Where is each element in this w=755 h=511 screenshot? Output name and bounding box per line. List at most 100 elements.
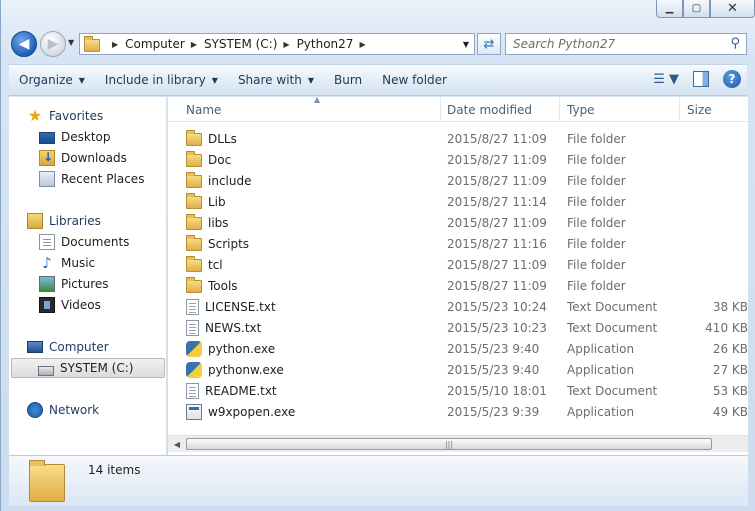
change-view-icon[interactable]: ☰ ▼ bbox=[653, 72, 679, 87]
preview-pane-icon[interactable] bbox=[693, 71, 709, 87]
file-row[interactable]: Lib 2015/8/27 11:14 File folder bbox=[168, 191, 748, 212]
horizontal-scrollbar[interactable]: ◀ ||| bbox=[168, 435, 748, 452]
nav-libraries[interactable]: Libraries bbox=[27, 211, 101, 231]
address-dropdown-icon[interactable]: ▼ bbox=[458, 34, 474, 54]
nav-videos[interactable]: Videos bbox=[39, 295, 101, 315]
close-icon[interactable]: ✕ bbox=[710, 0, 755, 18]
file-row[interactable]: python.exe 2015/5/23 9:40 Application 26 KB bbox=[168, 338, 748, 359]
file-date: 2015/8/27 11:09 bbox=[447, 278, 547, 293]
column-header-type[interactable]: Type bbox=[559, 97, 680, 122]
chevron-right-icon[interactable]: ▶ bbox=[112, 40, 118, 49]
file-type: Application bbox=[567, 341, 635, 356]
desktop-icon bbox=[39, 132, 55, 144]
folder-icon bbox=[84, 35, 100, 52]
share-with-button[interactable]: Share with ▼ bbox=[228, 73, 324, 87]
maximize-icon[interactable]: ▢ bbox=[683, 0, 710, 18]
chevron-right-icon[interactable]: ▶ bbox=[283, 40, 289, 49]
nav-pictures-label: Pictures bbox=[61, 277, 109, 291]
text-document-icon bbox=[186, 298, 199, 315]
file-name: tcl bbox=[208, 257, 223, 272]
command-bar-right: ☰ ▼ ? bbox=[653, 70, 741, 88]
burn-button[interactable]: Burn bbox=[324, 73, 372, 87]
file-row[interactable]: Tools 2015/8/27 11:09 File folder bbox=[168, 275, 748, 296]
column-header-name[interactable]: Name ▲ bbox=[178, 97, 441, 122]
network-icon bbox=[27, 402, 43, 418]
address-bar[interactable]: ▶ Computer ▶ SYSTEM (C:) ▶ Python27 ▶ ▼ bbox=[79, 33, 475, 55]
file-size: 49 KB bbox=[712, 404, 748, 419]
back-arrow-icon[interactable]: ◀ bbox=[11, 31, 37, 57]
column-size-label: Size bbox=[687, 102, 712, 117]
nav-music-label: Music bbox=[61, 256, 96, 270]
nav-downloads[interactable]: Downloads bbox=[39, 148, 127, 168]
nav-system-drive[interactable]: SYSTEM (C:) bbox=[11, 358, 165, 378]
include-in-library-button[interactable]: Include in library ▼ bbox=[95, 73, 228, 87]
nav-computer[interactable]: Computer bbox=[27, 337, 109, 357]
nav-documents[interactable]: Documents bbox=[39, 232, 129, 252]
file-type: Text Document bbox=[567, 383, 658, 398]
file-name-cell: Tools bbox=[186, 275, 442, 296]
forward-arrow-icon[interactable]: ▶ bbox=[40, 31, 66, 57]
file-type: Application bbox=[567, 362, 635, 377]
command-bar: Organize ▼ Include in library ▼ Share wi… bbox=[9, 64, 747, 96]
search-input[interactable] bbox=[513, 37, 713, 51]
file-type: File folder bbox=[567, 194, 626, 209]
file-row[interactable]: pythonw.exe 2015/5/23 9:40 Application 27 K… bbox=[168, 359, 748, 380]
file-name: w9xpopen.exe bbox=[208, 404, 296, 419]
column-date-label: Date modified bbox=[447, 102, 533, 117]
file-row[interactable]: DLLs 2015/8/27 11:09 File folder bbox=[168, 128, 748, 149]
file-name-cell: pythonw.exe bbox=[186, 359, 442, 380]
scroll-left-icon[interactable]: ◀ bbox=[170, 438, 184, 451]
videos-icon bbox=[39, 297, 55, 313]
file-date: 2015/5/23 10:23 bbox=[447, 320, 547, 335]
recent-pages-chevron-icon[interactable]: ▼ bbox=[68, 38, 74, 47]
file-row[interactable]: README.txt 2015/5/10 18:01 Text Document 53… bbox=[168, 380, 748, 401]
python-icon bbox=[186, 340, 202, 357]
file-type: File folder bbox=[567, 215, 626, 230]
new-folder-label: New folder bbox=[382, 73, 447, 87]
chevron-right-icon[interactable]: ▶ bbox=[191, 40, 197, 49]
nav-downloads-label: Downloads bbox=[61, 151, 127, 165]
nav-recent-places[interactable]: Recent Places bbox=[39, 169, 144, 189]
nav-pictures[interactable]: Pictures bbox=[39, 274, 109, 294]
file-size: 27 KB bbox=[712, 362, 748, 377]
file-date: 2015/5/10 18:01 bbox=[447, 383, 547, 398]
file-size bbox=[683, 275, 748, 296]
file-row[interactable]: LICENSE.txt 2015/5/23 10:24 Text Document 3… bbox=[168, 296, 748, 317]
nav-network[interactable]: Network bbox=[27, 400, 99, 420]
breadcrumb-python27[interactable]: Python27 bbox=[297, 37, 354, 51]
file-row[interactable]: NEWS.txt 2015/5/23 10:23 Text Document 410 … bbox=[168, 317, 748, 338]
file-type: File folder bbox=[567, 152, 626, 167]
column-header-date-modified[interactable]: Date modified bbox=[439, 97, 560, 122]
breadcrumb-computer[interactable]: Computer bbox=[125, 37, 185, 51]
file-row[interactable]: include 2015/8/27 11:09 File folder bbox=[168, 170, 748, 191]
address-row: ◀ ▶ ▼ ▶ Computer ▶ SYSTEM (C:) ▶ Python2… bbox=[9, 28, 747, 60]
breadcrumb-system-drive[interactable]: SYSTEM (C:) bbox=[204, 37, 277, 51]
file-date: 2015/8/27 11:16 bbox=[447, 236, 547, 251]
nav-desktop[interactable]: Desktop bbox=[39, 127, 111, 147]
scrollbar-thumb[interactable]: ||| bbox=[186, 438, 712, 450]
burn-label: Burn bbox=[334, 73, 363, 87]
search-icon[interactable]: ⚲ bbox=[730, 36, 740, 51]
file-name: README.txt bbox=[205, 383, 277, 398]
chevron-right-icon[interactable]: ▶ bbox=[359, 40, 365, 49]
file-row[interactable]: w9xpopen.exe 2015/5/23 9:39 Application 49 … bbox=[168, 401, 748, 422]
nav-music[interactable]: ♪ Music bbox=[39, 253, 95, 273]
refresh-icon[interactable]: ⇄ bbox=[477, 33, 501, 55]
file-row[interactable]: Doc 2015/8/27 11:09 File folder bbox=[168, 149, 748, 170]
minimize-icon[interactable]: ▁ bbox=[656, 0, 683, 18]
nav-desktop-label: Desktop bbox=[61, 130, 111, 144]
new-folder-button[interactable]: New folder bbox=[372, 73, 457, 87]
column-header-size[interactable]: Size bbox=[679, 97, 748, 122]
file-name-cell: Scripts bbox=[186, 233, 442, 254]
file-name: Scripts bbox=[208, 236, 250, 251]
file-date: 2015/8/27 11:09 bbox=[447, 173, 547, 188]
nav-favorites[interactable]: ★ Favorites bbox=[27, 106, 103, 126]
column-name-label: Name bbox=[186, 102, 222, 117]
file-row[interactable]: tcl 2015/8/27 11:09 File folder bbox=[168, 254, 748, 275]
organize-button[interactable]: Organize ▼ bbox=[9, 73, 95, 87]
help-icon[interactable]: ? bbox=[723, 70, 741, 88]
file-size: 410 KB bbox=[705, 320, 748, 335]
file-row[interactable]: Scripts 2015/8/27 11:16 File folder bbox=[168, 233, 748, 254]
file-row[interactable]: libs 2015/8/27 11:09 File folder bbox=[168, 212, 748, 233]
search-box[interactable]: ⚲ bbox=[505, 33, 747, 55]
